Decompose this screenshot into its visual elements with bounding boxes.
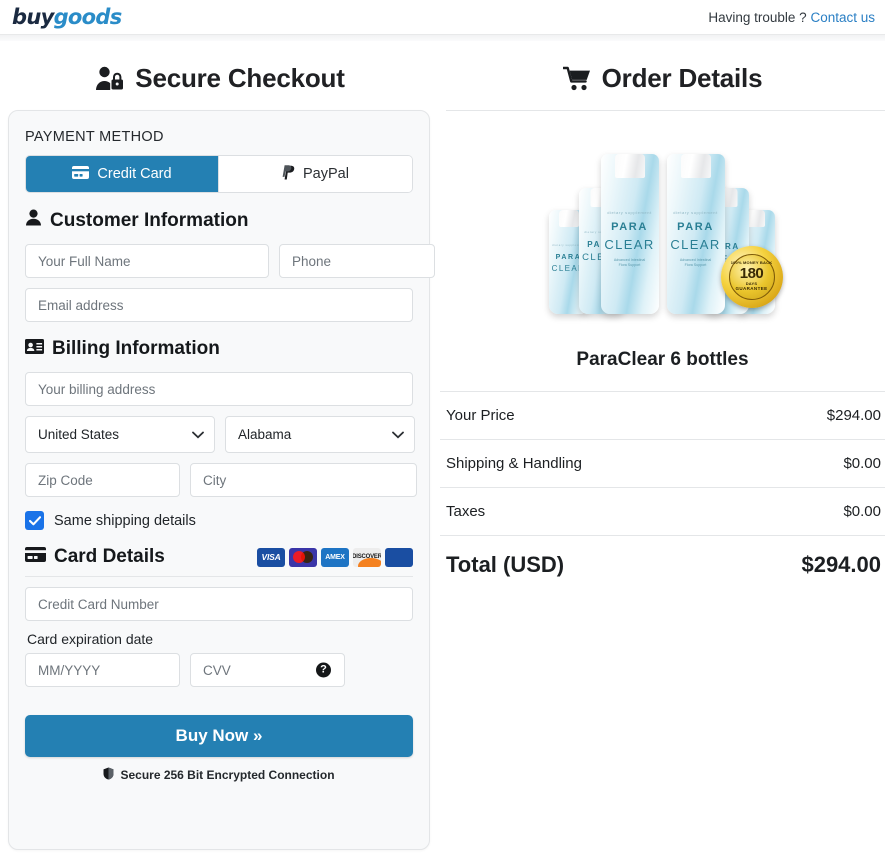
payment-panel: PAYMENT METHOD Credit Card PayPal Custom… — [8, 110, 435, 850]
summary-row-total: Total (USD) $294.00 — [440, 535, 885, 594]
visa-icon: VISA — [257, 547, 285, 567]
summary-row-shipping: Shipping & Handling $0.00 — [440, 439, 885, 487]
summary-label: Your Price — [446, 407, 515, 424]
card-number-row — [25, 587, 413, 621]
order-details-title: Order Details — [601, 63, 763, 93]
billing-zip-city-row — [25, 463, 417, 497]
person-icon — [25, 209, 42, 232]
phone-input[interactable] — [279, 244, 435, 278]
shopping-cart-icon — [562, 66, 592, 92]
checkout-column: Secure Checkout PAYMENT METHOD Credit Ca… — [0, 41, 440, 850]
card-details-divider — [25, 576, 413, 577]
header-divider — [0, 34, 885, 41]
summary-value: $0.00 — [843, 503, 881, 520]
tab-credit-card[interactable]: Credit Card — [26, 156, 219, 192]
product-bottles-group: dietary supplement PARA CLEAR dietary su… — [543, 139, 783, 314]
summary-label: Shipping & Handling — [446, 455, 582, 472]
summary-row-taxes: Taxes $0.00 — [440, 487, 885, 535]
total-label: Total (USD) — [446, 552, 565, 577]
buygoods-logo[interactable]: buygoods — [12, 4, 123, 29]
question-mark-icon[interactable]: ? — [316, 662, 331, 678]
payment-method-tabs: Credit Card PayPal — [25, 155, 413, 193]
email-input[interactable] — [25, 288, 413, 322]
card-expiry-cvv-row: ? — [25, 653, 413, 687]
summary-row-price: Your Price $294.00 — [440, 391, 885, 439]
zip-code-input[interactable] — [25, 463, 180, 497]
secure-connection-text: Secure 256 Bit Encrypted Connection — [120, 768, 335, 782]
logo-text-buy: buy — [12, 4, 54, 29]
summary-label: Taxes — [446, 503, 486, 520]
credit-card-icon — [72, 165, 90, 183]
card-details-title: Card Details — [54, 546, 165, 567]
same-shipping-checkbox[interactable] — [25, 511, 44, 530]
product-bottle-front: dietary supplement PARA CLEAR Advanced I… — [666, 153, 725, 314]
billing-address-row — [25, 372, 413, 406]
customer-information-heading: Customer Information — [25, 209, 413, 232]
product-image: dietary supplement PARA CLEAR dietary su… — [440, 111, 885, 341]
order-details-heading: Order Details — [440, 41, 885, 110]
money-back-guarantee-badge: 100% MONEY BACK 180 DAYS GUARANTEE — [720, 245, 783, 308]
tab-credit-card-label: Credit Card — [97, 166, 172, 182]
top-bar: buygoods Having trouble ? Contact us — [0, 0, 885, 34]
customer-name-row — [25, 244, 435, 278]
contact-us-link[interactable]: Contact us — [810, 10, 875, 25]
secure-connection-note: Secure 256 Bit Encrypted Connection — [25, 767, 413, 783]
logo-text-goods: goods — [53, 4, 123, 29]
payment-method-label: PAYMENT METHOD — [25, 129, 164, 145]
help-text: Having trouble ? Contact us — [708, 10, 875, 25]
discover-icon: DISCOVER — [353, 547, 381, 567]
same-shipping-label: Same shipping details — [54, 512, 196, 529]
full-name-input[interactable] — [25, 244, 269, 278]
billing-address-input[interactable] — [25, 372, 413, 406]
help-label: Having trouble ? — [708, 9, 807, 25]
country-select[interactable]: United States — [25, 416, 215, 453]
city-input[interactable] — [190, 463, 417, 497]
buy-now-button[interactable]: Buy Now » — [25, 715, 413, 757]
paypal-icon — [282, 164, 295, 184]
credit-card-number-input[interactable] — [25, 587, 413, 621]
product-name: ParaClear 6 bottles — [576, 349, 749, 370]
secure-checkout-title: Secure Checkout — [135, 63, 345, 93]
badge-number: 180 — [739, 265, 764, 283]
card-expiration-input[interactable] — [25, 653, 180, 687]
card-icon — [25, 546, 46, 568]
billing-information-title: Billing Information — [52, 338, 220, 359]
badge-bottom-text: GUARANTEE — [735, 286, 768, 292]
cvv-field-wrapper: ? — [190, 653, 345, 687]
billing-region-row: United States Alabama — [25, 416, 415, 453]
same-shipping-row[interactable]: Same shipping details — [25, 511, 413, 530]
amex-icon: AMEX — [321, 547, 349, 567]
order-details-column: Order Details dietary supplement PARA CL… — [440, 41, 885, 850]
total-value: $294.00 — [801, 552, 881, 577]
tab-paypal[interactable]: PayPal — [219, 156, 412, 192]
accepted-card-logos: VISA AMEX DISCOVER — [257, 547, 413, 567]
jcb-icon — [385, 547, 413, 567]
customer-information-title: Customer Information — [50, 209, 249, 231]
billing-information-heading: Billing Information — [25, 338, 413, 360]
person-lock-icon — [95, 66, 125, 92]
id-card-icon — [25, 338, 44, 360]
tab-paypal-label: PayPal — [303, 166, 349, 182]
state-select[interactable]: Alabama — [225, 416, 415, 453]
shield-icon — [103, 767, 114, 783]
card-expiration-label: Card expiration date — [27, 631, 154, 647]
mastercard-icon — [289, 547, 317, 567]
country-select-wrapper: United States — [25, 416, 215, 453]
card-details-heading: Card Details VISA AMEX DISCOVER — [25, 546, 413, 568]
secure-checkout-heading: Secure Checkout — [0, 41, 440, 110]
product-bottle-front: dietary supplement PARA CLEAR Advanced I… — [600, 153, 659, 314]
summary-value: $0.00 — [843, 455, 881, 472]
customer-email-row — [25, 288, 413, 322]
state-select-wrapper: Alabama — [225, 416, 415, 453]
summary-value: $294.00 — [826, 407, 881, 424]
main-columns: Secure Checkout PAYMENT METHOD Credit Ca… — [0, 41, 885, 850]
